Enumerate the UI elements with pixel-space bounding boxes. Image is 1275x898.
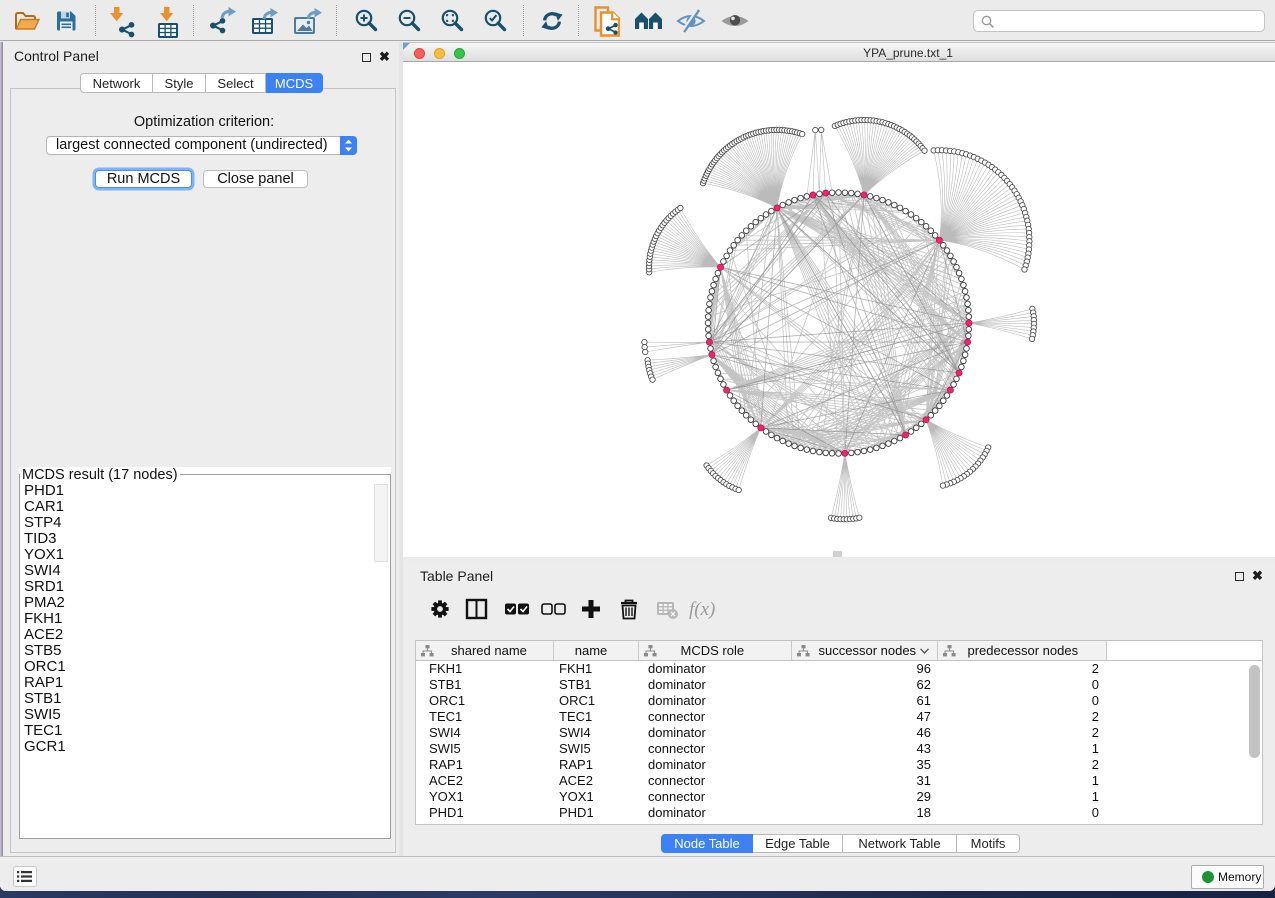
svg-text:f(x): f(x): [689, 599, 715, 620]
